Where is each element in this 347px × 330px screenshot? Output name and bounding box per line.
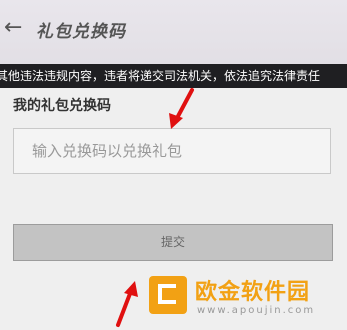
site-logo-icon [149,276,187,314]
watermark-name: 欧金软件园 [195,280,311,305]
red-arrow-icon [116,281,138,327]
watermark-url: www.apoujin.com [197,305,316,316]
red-arrow-icon [169,88,194,129]
site-watermark: 欧金软件园 www.apoujin.com [147,270,347,330]
